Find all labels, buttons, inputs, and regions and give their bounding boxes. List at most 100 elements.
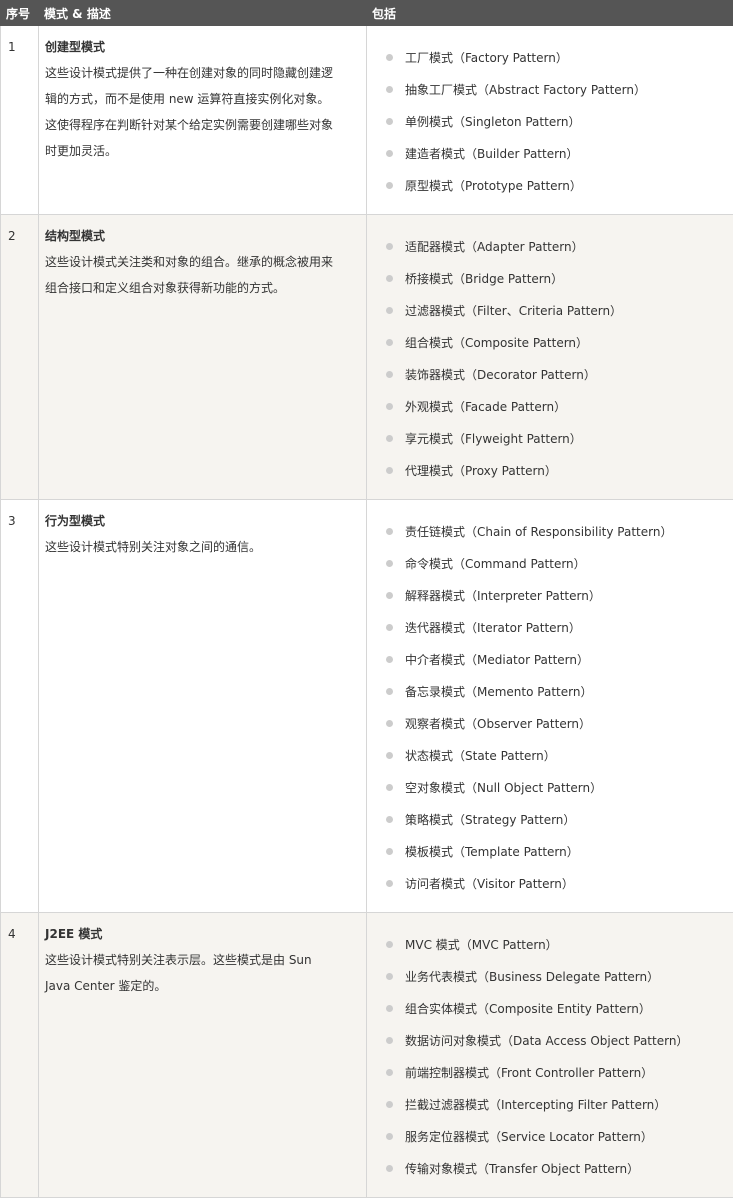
pattern-list-item: 策略模式（Strategy Pattern） <box>367 804 733 836</box>
pattern-list-item: 迭代器模式（Iterator Pattern） <box>367 612 733 644</box>
pattern-list-item: 抽象工厂模式（Abstract Factory Pattern） <box>367 74 733 106</box>
header-mode-description: 模式 & 描述 <box>39 1 367 26</box>
pattern-list-item: 桥接模式（Bridge Pattern） <box>367 263 733 295</box>
bullet-icon <box>386 880 393 887</box>
pattern-list-item: 享元模式（Flyweight Pattern） <box>367 423 733 455</box>
bullet-icon <box>386 275 393 282</box>
bullet-icon <box>386 435 393 442</box>
pattern-list-item: 传输对象模式（Transfer Object Pattern） <box>367 1153 733 1185</box>
bullet-icon <box>386 1069 393 1076</box>
pattern-name: 桥接模式（Bridge Pattern） <box>405 272 563 286</box>
pattern-list-item: 访问者模式（Visitor Pattern） <box>367 868 733 900</box>
pattern-list-item: 拦截过滤器模式（Intercepting Filter Pattern） <box>367 1089 733 1121</box>
bullet-icon <box>386 816 393 823</box>
table-row: 2结构型模式这些设计模式关注类和对象的组合。继承的概念被用来组合接口和定义组合对… <box>1 215 733 500</box>
row-index: 3 <box>1 500 39 913</box>
includes-cell: 适配器模式（Adapter Pattern） 桥接模式（Bridge Patter… <box>367 215 733 500</box>
pattern-name: 享元模式（Flyweight Pattern） <box>405 432 582 446</box>
bullet-icon <box>386 118 393 125</box>
bullet-icon <box>386 624 393 631</box>
bullet-icon <box>386 592 393 599</box>
category-cell: J2EE 模式这些设计模式特别关注表示层。这些模式是由 SunJava Cent… <box>39 913 367 1198</box>
bullet-icon <box>386 528 393 535</box>
pattern-name: 前端控制器模式（Front Controller Pattern） <box>405 1066 653 1080</box>
design-patterns-table: 序号 模式 & 描述 包括 1创建型模式这些设计模式提供了一种在创建对象的同时隐… <box>0 0 733 1198</box>
bullet-icon <box>386 182 393 189</box>
pattern-list-item: 状态模式（State Pattern） <box>367 740 733 772</box>
pattern-list: MVC 模式（MVC Pattern） 业务代表模式（Business Deleg… <box>367 913 733 1197</box>
row-index: 2 <box>1 215 39 500</box>
bullet-icon <box>386 1133 393 1140</box>
pattern-list-item: 外观模式（Facade Pattern） <box>367 391 733 423</box>
pattern-name: 工厂模式（Factory Pattern） <box>405 51 568 65</box>
pattern-name: 拦截过滤器模式（Intercepting Filter Pattern） <box>405 1098 666 1112</box>
bullet-icon <box>386 243 393 250</box>
category-cell: 结构型模式这些设计模式关注类和对象的组合。继承的概念被用来组合接口和定义组合对象… <box>39 215 367 500</box>
pattern-name: 命令模式（Command Pattern） <box>405 557 586 571</box>
pattern-name: 业务代表模式（Business Delegate Pattern） <box>405 970 659 984</box>
pattern-name: 中介者模式（Mediator Pattern） <box>405 653 589 667</box>
pattern-list-item: MVC 模式（MVC Pattern） <box>367 929 733 961</box>
pattern-name: 备忘录模式（Memento Pattern） <box>405 685 592 699</box>
table-row: 1创建型模式这些设计模式提供了一种在创建对象的同时隐藏创建逻辑的方式，而不是使用… <box>1 26 733 215</box>
includes-cell: 责任链模式（Chain of Responsibility Pattern） 命令… <box>367 500 733 913</box>
pattern-name: 解释器模式（Interpreter Pattern） <box>405 589 601 603</box>
pattern-name: 代理模式（Proxy Pattern） <box>405 464 557 478</box>
category-description-line: 这些设计模式关注类和对象的组合。继承的概念被用来 <box>45 249 358 275</box>
pattern-list-item: 代理模式（Proxy Pattern） <box>367 455 733 487</box>
pattern-list-item: 空对象模式（Null Object Pattern） <box>367 772 733 804</box>
pattern-name: 装饰器模式（Decorator Pattern） <box>405 368 596 382</box>
pattern-name: 适配器模式（Adapter Pattern） <box>405 240 584 254</box>
pattern-list-item: 组合模式（Composite Pattern） <box>367 327 733 359</box>
bullet-icon <box>386 86 393 93</box>
category-title: 结构型模式 <box>45 223 358 249</box>
bullet-icon <box>386 307 393 314</box>
pattern-list: 责任链模式（Chain of Responsibility Pattern） 命令… <box>367 500 733 912</box>
bullet-icon <box>386 848 393 855</box>
pattern-name: 组合实体模式（Composite Entity Pattern） <box>405 1002 651 1016</box>
pattern-name: 过滤器模式（Filter、Criteria Pattern） <box>405 304 622 318</box>
category-title: 创建型模式 <box>45 34 358 60</box>
pattern-name: 数据访问对象模式（Data Access Object Pattern） <box>405 1034 688 1048</box>
pattern-list-item: 建造者模式（Builder Pattern） <box>367 138 733 170</box>
table-header: 序号 模式 & 描述 包括 <box>1 1 733 26</box>
pattern-name: 空对象模式（Null Object Pattern） <box>405 781 602 795</box>
bullet-icon <box>386 941 393 948</box>
category-cell: 行为型模式这些设计模式特别关注对象之间的通信。 <box>39 500 367 913</box>
category-description-line: 这些设计模式提供了一种在创建对象的同时隐藏创建逻 <box>45 60 358 86</box>
pattern-list-item: 数据访问对象模式（Data Access Object Pattern） <box>367 1025 733 1057</box>
bullet-icon <box>386 150 393 157</box>
pattern-list-item: 适配器模式（Adapter Pattern） <box>367 231 733 263</box>
category-cell: 创建型模式这些设计模式提供了一种在创建对象的同时隐藏创建逻辑的方式，而不是使用 … <box>39 26 367 215</box>
bullet-icon <box>386 403 393 410</box>
pattern-list: 适配器模式（Adapter Pattern） 桥接模式（Bridge Patter… <box>367 215 733 499</box>
pattern-name: 单例模式（Singleton Pattern） <box>405 115 581 129</box>
category-description-line: 这使得程序在判断针对某个给定实例需要创建哪些对象 <box>45 112 358 138</box>
pattern-list-item: 模板模式（Template Pattern） <box>367 836 733 868</box>
category-description-line: Java Center 鉴定的。 <box>45 973 358 999</box>
bullet-icon <box>386 1165 393 1172</box>
pattern-name: 服务定位器模式（Service Locator Pattern） <box>405 1130 653 1144</box>
pattern-name: MVC 模式（MVC Pattern） <box>405 938 558 952</box>
category-description-line: 时更加灵活。 <box>45 138 358 164</box>
includes-cell: MVC 模式（MVC Pattern） 业务代表模式（Business Deleg… <box>367 913 733 1198</box>
bullet-icon <box>386 1101 393 1108</box>
bullet-icon <box>386 54 393 61</box>
category-description-line: 组合接口和定义组合对象获得新功能的方式。 <box>45 275 358 301</box>
pattern-name: 迭代器模式（Iterator Pattern） <box>405 621 581 635</box>
row-index: 4 <box>1 913 39 1198</box>
pattern-name: 访问者模式（Visitor Pattern） <box>405 877 574 891</box>
category-description-line: 这些设计模式特别关注对象之间的通信。 <box>45 534 358 560</box>
header-row: 序号 模式 & 描述 包括 <box>1 1 733 26</box>
header-index: 序号 <box>1 1 39 26</box>
table-body: 1创建型模式这些设计模式提供了一种在创建对象的同时隐藏创建逻辑的方式，而不是使用… <box>1 26 733 1198</box>
row-index: 1 <box>1 26 39 215</box>
pattern-name: 策略模式（Strategy Pattern） <box>405 813 575 827</box>
pattern-name: 责任链模式（Chain of Responsibility Pattern） <box>405 525 672 539</box>
bullet-icon <box>386 688 393 695</box>
bullet-icon <box>386 784 393 791</box>
pattern-name: 原型模式（Prototype Pattern） <box>405 179 582 193</box>
pattern-list-item: 业务代表模式（Business Delegate Pattern） <box>367 961 733 993</box>
pattern-list-item: 命令模式（Command Pattern） <box>367 548 733 580</box>
bullet-icon <box>386 467 393 474</box>
